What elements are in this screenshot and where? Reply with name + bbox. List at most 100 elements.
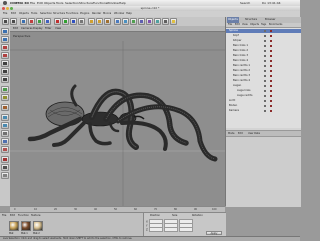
tag-icon[interactable] <box>270 90 272 92</box>
object-row[interactable]: Bein links 2 <box>226 49 301 53</box>
object-row[interactable]: Kopf <box>226 34 301 38</box>
visibility-dot-icon[interactable] <box>264 45 266 47</box>
cmd-menu-edit[interactable]: Edit <box>11 12 16 16</box>
om-menu-view[interactable]: View <box>242 23 248 27</box>
object-row[interactable]: Auge links <box>226 89 301 93</box>
coordinate-system-icon[interactable] <box>78 18 85 25</box>
tag-icon[interactable] <box>270 35 272 37</box>
render-view-icon[interactable] <box>88 18 95 25</box>
tag-icon[interactable] <box>270 95 272 97</box>
knife-tool-icon[interactable] <box>1 164 9 171</box>
apply-button[interactable]: Apply <box>206 231 222 235</box>
object-row[interactable]: Spinne <box>226 29 301 33</box>
om-menu-file[interactable]: File <box>228 23 232 27</box>
am-menu-mode[interactable]: Mode <box>228 131 235 136</box>
light-icon[interactable] <box>170 18 177 25</box>
position-z-field[interactable] <box>148 227 163 232</box>
tag-icon[interactable] <box>270 60 272 62</box>
visibility-dot-icon[interactable] <box>264 75 266 77</box>
scale-tool-icon[interactable] <box>36 18 43 25</box>
menu-structure[interactable]: Structure <box>79 1 93 5</box>
render-picture-viewer-icon[interactable] <box>96 18 103 25</box>
undo-icon[interactable] <box>2 18 9 25</box>
visibility-dot-icon[interactable] <box>264 85 266 87</box>
apple-icon[interactable] <box>3 1 7 5</box>
visibility-dot-icon[interactable] <box>264 60 266 62</box>
tag-icon[interactable] <box>270 70 272 72</box>
render-settings-icon[interactable] <box>104 18 111 25</box>
brush-tool-icon[interactable] <box>1 172 9 179</box>
menu-edit[interactable]: Edit <box>37 1 43 5</box>
nurbs-icon[interactable] <box>130 18 137 25</box>
live-selection-icon[interactable] <box>20 18 27 25</box>
animation-mode-icon[interactable] <box>1 86 9 93</box>
inverse-kinematics-icon[interactable] <box>1 94 9 101</box>
redo-icon[interactable] <box>10 18 17 25</box>
object-row[interactable]: Bein rechts 4 <box>226 79 301 83</box>
om-menu-bookmarks[interactable]: Bookmarks <box>269 23 282 27</box>
menu-file[interactable]: File <box>30 1 35 5</box>
visibility-dot-icon[interactable] <box>264 100 266 102</box>
x-axis-lock-icon[interactable] <box>54 18 61 25</box>
visibility-dot-icon[interactable] <box>264 90 266 92</box>
use-texture-tool-icon[interactable] <box>1 44 9 51</box>
visibility-dot-icon[interactable] <box>264 110 266 112</box>
cmd-menu-plugins[interactable]: Plugins <box>80 12 89 16</box>
visibility-dot-icon[interactable] <box>264 50 266 52</box>
use-object-tool-icon[interactable] <box>1 36 9 43</box>
menu-tools[interactable]: Tools <box>56 1 63 5</box>
use-edges-tool-icon[interactable] <box>1 68 9 75</box>
spider-model[interactable] <box>10 31 225 206</box>
visibility-dot-icon[interactable] <box>264 105 266 107</box>
cmd-menu-file[interactable]: File <box>3 12 7 16</box>
om-menu-objects[interactable]: Objects <box>250 23 259 27</box>
cmd-menu-objects[interactable]: Objects <box>19 12 29 16</box>
scene-icon[interactable] <box>154 18 161 25</box>
material-swatch[interactable] <box>21 221 31 231</box>
object-row[interactable]: Bein rechts 2 <box>226 69 301 73</box>
cmd-menu-help[interactable]: Help <box>126 12 132 16</box>
size-z-field[interactable] <box>163 227 178 232</box>
object-row[interactable]: Bein rechts 3 <box>226 74 301 78</box>
visibility-dot-icon[interactable] <box>264 80 266 82</box>
tag-icon[interactable] <box>270 85 272 87</box>
menu-functions[interactable]: Functions <box>93 1 107 5</box>
use-points-tool-icon[interactable] <box>1 60 9 67</box>
object-row[interactable]: Boden <box>226 104 301 108</box>
tweak-mode-icon[interactable] <box>1 104 9 111</box>
tag-icon[interactable] <box>270 40 272 42</box>
visibility-dot-icon[interactable] <box>264 35 266 37</box>
object-row[interactable]: Bein links 1 <box>226 44 301 48</box>
visibility-dot-icon[interactable] <box>264 95 266 97</box>
use-texture-axis-tool-icon[interactable] <box>1 52 9 59</box>
object-row[interactable]: Auge rechts <box>226 94 301 98</box>
3d-viewport[interactable]: Edit Cameras Display Filter View Perspec… <box>10 26 225 206</box>
object-row[interactable]: Körper <box>226 39 301 43</box>
tag-icon[interactable] <box>270 30 272 32</box>
visibility-dot-icon[interactable] <box>264 70 266 72</box>
material-swatch[interactable] <box>33 221 43 231</box>
mat-menu-edit[interactable]: Edit <box>10 214 15 217</box>
material-swatch[interactable] <box>9 221 19 231</box>
object-row[interactable]: Augen <box>226 84 301 88</box>
camera-icon[interactable] <box>162 18 169 25</box>
cmd-menu-selection[interactable]: Selection <box>40 12 52 16</box>
tag-icon[interactable] <box>270 105 272 107</box>
object-row[interactable]: Kamera <box>226 109 301 113</box>
tag-icon[interactable] <box>270 110 272 112</box>
visibility-dot-icon[interactable] <box>264 30 266 32</box>
cmd-menu-render[interactable]: Render <box>92 12 101 16</box>
mat-menu-function[interactable]: Function <box>18 214 29 217</box>
object-row[interactable]: Bein links 4 <box>226 59 301 63</box>
cmd-menu-mocca[interactable]: Mocca <box>103 12 111 16</box>
tag-icon[interactable] <box>270 65 272 67</box>
object-row[interactable]: Licht <box>226 99 301 103</box>
use-polygons-tool-icon[interactable] <box>1 76 9 83</box>
display-mode-icon[interactable] <box>1 138 9 145</box>
tag-icon[interactable] <box>270 100 272 102</box>
tag-icon[interactable] <box>270 50 272 52</box>
axis-mode-icon[interactable] <box>1 146 9 153</box>
app-name-menu[interactable]: CINEMA 4D <box>10 1 29 5</box>
z-axis-lock-icon[interactable] <box>70 18 77 25</box>
y-axis-lock-icon[interactable] <box>62 18 69 25</box>
